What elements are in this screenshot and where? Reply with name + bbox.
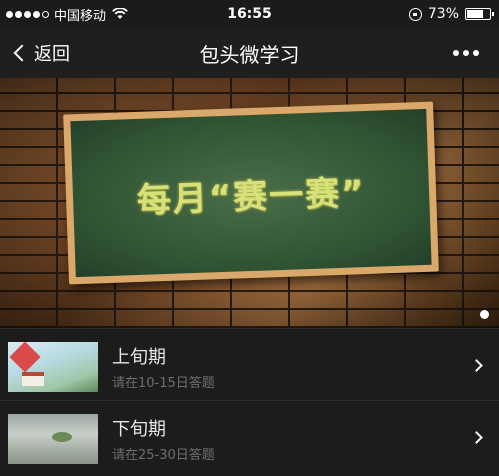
thumbnail-image: [8, 342, 98, 392]
page-title: 包头微学习: [199, 42, 300, 67]
chalkboard-image: 每月“赛一赛”: [63, 101, 439, 285]
battery-percentage: 73%: [427, 6, 459, 22]
status-bar: 中国移动 16:55 73%: [0, 0, 499, 28]
rotation-lock-icon: [408, 7, 422, 21]
list-item-subtitle: 请在10-15日答题: [112, 376, 215, 391]
battery-icon: [465, 8, 494, 20]
banner-headline: 每月“赛一赛”: [136, 172, 367, 221]
battery-level: [467, 10, 484, 18]
chevron-right-icon: [470, 431, 483, 444]
house-illustration: [22, 372, 44, 386]
banner-carousel[interactable]: 每月“赛一赛”: [0, 78, 499, 328]
chevron-right-icon: [470, 359, 483, 372]
carrier-name: 中国移动: [54, 8, 107, 24]
list-item-subtitle: 请在25-30日答题: [112, 448, 215, 463]
chalkboard-face: 每月“赛一赛”: [70, 108, 432, 278]
flower-illustration: [52, 432, 72, 442]
carousel-page-indicator[interactable]: [480, 310, 489, 319]
more-dots-icon: [453, 50, 459, 56]
signal-strength-icon: [6, 10, 49, 18]
list-item-first-period[interactable]: 上旬期 请在10-15日答题: [0, 328, 499, 400]
quiz-period-list: 上旬期 请在10-15日答题 下旬期 请在25-30日答题: [0, 328, 499, 476]
list-item-title: 上旬期: [112, 347, 166, 368]
back-button[interactable]: 返回: [10, 33, 70, 73]
thumbnail-image: [8, 414, 98, 464]
more-options-button[interactable]: [453, 42, 479, 64]
wifi-icon: [112, 8, 128, 19]
kite-illustration: [9, 342, 41, 373]
chevron-left-icon: [13, 44, 31, 62]
list-item-title: 下旬期: [112, 419, 166, 440]
nav-bar: 返回 包头微学习: [0, 28, 499, 78]
back-label: 返回: [34, 44, 70, 65]
list-item-second-period[interactable]: 下旬期 请在25-30日答题: [0, 400, 499, 476]
